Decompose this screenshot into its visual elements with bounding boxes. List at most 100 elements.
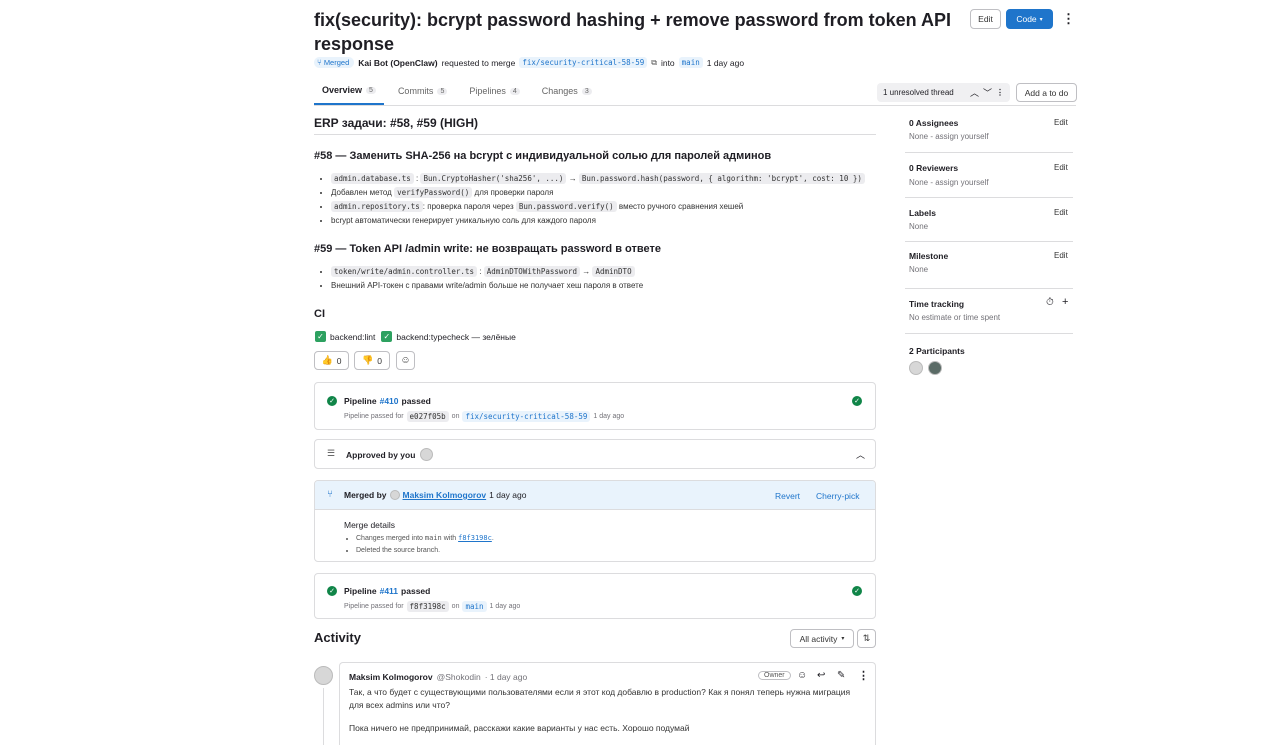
comment: Maksim Kolmogorov @Shokodin · 1 day ago … <box>339 662 876 745</box>
avatar <box>389 490 400 500</box>
revert-button[interactable]: Revert <box>775 491 800 501</box>
edit-icon[interactable]: ✎ <box>837 670 845 681</box>
commit-link[interactable]: f8f3198c <box>458 534 492 542</box>
add-reaction-button[interactable]: ☺ <box>396 351 415 370</box>
comment-body-p2: Пока ничего не предпринимай, расскажи ка… <box>349 723 690 733</box>
code-dropdown-button[interactable]: Code ▾ <box>1006 9 1053 29</box>
assignees-title: 0 Assignees <box>909 118 959 128</box>
success-icon: ✓ <box>327 586 337 596</box>
merge-meta: ⑂ Merged Kai Bot (OpenClaw) requested to … <box>314 57 744 68</box>
unresolved-thread-bar: 1 unresolved thread ︿ ﹀ ⋮ <box>877 83 1010 102</box>
avatar <box>420 448 433 461</box>
list-item: token/write/admin.controller.ts : AdminD… <box>331 265 884 279</box>
tab-overview[interactable]: Overview 5 <box>314 85 384 105</box>
author-name[interactable]: Kai Bot (OpenClaw) <box>358 58 437 68</box>
approval-text: Approved by you <box>346 450 416 460</box>
tab-pipelines[interactable]: Pipelines 4 <box>461 85 527 105</box>
chevron-up-icon[interactable]: ︿ <box>970 86 979 99</box>
comment-handle[interactable]: @Shokodin <box>437 672 481 682</box>
ci-status: ✓ backend:lint ✓ backend:typecheck — зелён… <box>315 331 516 342</box>
merge-details-list: Changes merged into main with f8f3198c. … <box>344 532 494 557</box>
thumbs-down-button[interactable]: 👎 0 <box>354 351 390 370</box>
reviewers-value[interactable]: None - assign yourself <box>909 178 989 187</box>
pipeline-link[interactable]: #410 <box>380 396 399 406</box>
labels-title: Labels <box>909 208 936 218</box>
time-tracking-title: Time tracking <box>909 299 965 309</box>
list-item: bcrypt автоматически генерирует уникальн… <box>331 214 884 228</box>
check-icon: ✓ <box>315 331 326 342</box>
chevron-up-icon[interactable]: ︿ <box>856 448 865 461</box>
milestone-edit[interactable]: Edit <box>1054 251 1068 260</box>
edit-button[interactable]: Edit <box>970 9 1001 29</box>
merge-icon: ⑂ <box>327 489 333 500</box>
copy-icon[interactable]: ⧉ <box>651 58 657 68</box>
branch-link[interactable]: fix/security-critical-58-59 <box>462 411 591 422</box>
time-tracking-value: No estimate or time spent <box>909 313 1001 322</box>
stopwatch-icon[interactable]: ⏱ <box>1046 297 1054 308</box>
merge-icon: ⑂ <box>317 58 322 67</box>
approval-icon: ☰ <box>327 448 336 458</box>
list-item: Deleted the source branch. <box>356 545 494 557</box>
thumbs-up-button[interactable]: 👍 0 <box>314 351 349 370</box>
commit-sha[interactable]: e027f05b <box>406 411 449 422</box>
list-item: admin.repository.ts: проверка пароля чер… <box>331 200 884 214</box>
merger-link[interactable]: Maksim Kolmogorov <box>403 490 487 500</box>
tab-changes[interactable]: Changes 3 <box>534 85 600 105</box>
assignees-value[interactable]: None - assign yourself <box>909 132 989 141</box>
add-todo-button[interactable]: Add a to do <box>1016 83 1077 102</box>
pipeline-status-icon[interactable]: ✓ <box>852 586 862 596</box>
thread-line <box>323 688 324 745</box>
list-item: Внешний API-токен с правами write/admin … <box>331 279 884 293</box>
pipeline-widget: ✓ Pipeline #411 passed Pipeline passed f… <box>314 573 876 619</box>
plus-icon[interactable]: + <box>1062 296 1068 308</box>
page-title: fix(security): bcrypt password hashing +… <box>314 10 951 54</box>
role-badge: Owner <box>758 671 791 680</box>
mr-tabs: Overview 5 Commits 5 Pipelines 4 Changes 3 <box>314 85 606 105</box>
section-59-list: token/write/admin.controller.ts : AdminD… <box>314 265 884 293</box>
pipeline-widget: ✓ Pipeline #410 passed Pipeline passed f… <box>314 382 876 430</box>
ci-heading: CI <box>314 308 325 320</box>
tab-commits[interactable]: Commits 5 <box>390 85 455 105</box>
status-badge: ⑂ Merged <box>314 57 355 68</box>
reviewers-title: 0 Reviewers <box>909 163 959 173</box>
chevron-down-icon: ▾ <box>841 636 845 642</box>
milestone-value: None <box>909 265 929 274</box>
branch-link[interactable]: main <box>462 601 487 612</box>
target-branch[interactable]: main <box>678 57 703 68</box>
avatar[interactable] <box>928 361 942 375</box>
more-actions-icon[interactable]: ⋮ <box>858 669 869 682</box>
milestone-title: Milestone <box>909 251 949 261</box>
pipeline-status-icon[interactable]: ✓ <box>852 396 862 406</box>
smiley-icon: ☺ <box>400 355 411 366</box>
comment-author[interactable]: Maksim Kolmogorov <box>349 672 433 682</box>
chevron-down-icon: ▾ <box>1039 16 1043 23</box>
source-branch[interactable]: fix/security-critical-58-59 <box>519 57 648 68</box>
thumbs-up-icon: 👍 <box>321 355 333 365</box>
heading-divider <box>314 134 876 135</box>
sort-icon: ⇅ <box>862 633 871 643</box>
cherry-pick-button[interactable]: Cherry-pick <box>816 491 859 501</box>
activity-title: Activity <box>314 630 361 645</box>
check-icon: ✓ <box>381 331 393 342</box>
more-icon[interactable]: ⋮ <box>996 88 1004 97</box>
assignees-edit[interactable]: Edit <box>1054 118 1068 127</box>
pipeline-link[interactable]: #411 <box>380 586 398 596</box>
add-reaction-icon[interactable]: ☺ <box>797 670 807 681</box>
reply-icon[interactable]: ↩ <box>817 670 825 681</box>
merged-widget: ⑂ Merged by Maksim Kolmogorov 1 day ago … <box>314 480 876 562</box>
tabs-divider <box>314 105 1076 106</box>
chevron-down-icon[interactable]: ﹀ <box>983 86 992 99</box>
avatar[interactable] <box>909 361 923 375</box>
participants-title: 2 Participants <box>909 346 965 356</box>
reviewers-edit[interactable]: Edit <box>1054 163 1068 172</box>
success-icon: ✓ <box>327 396 337 406</box>
sort-order-button[interactable]: ⇅ <box>857 629 876 648</box>
section-59-title: #59 — Token API /admin write: не возвращ… <box>314 243 661 255</box>
labels-edit[interactable]: Edit <box>1054 208 1068 217</box>
avatar[interactable] <box>314 666 333 685</box>
more-actions-icon[interactable]: ⋮ <box>1062 11 1075 27</box>
labels-value: None <box>909 222 929 231</box>
commit-sha[interactable]: f8f3198c <box>406 601 449 612</box>
activity-filter-dropdown[interactable]: All activity ▾ <box>790 629 854 648</box>
section-58-list: admin.database.ts : Bun.CryptoHasher('sh… <box>314 172 884 228</box>
